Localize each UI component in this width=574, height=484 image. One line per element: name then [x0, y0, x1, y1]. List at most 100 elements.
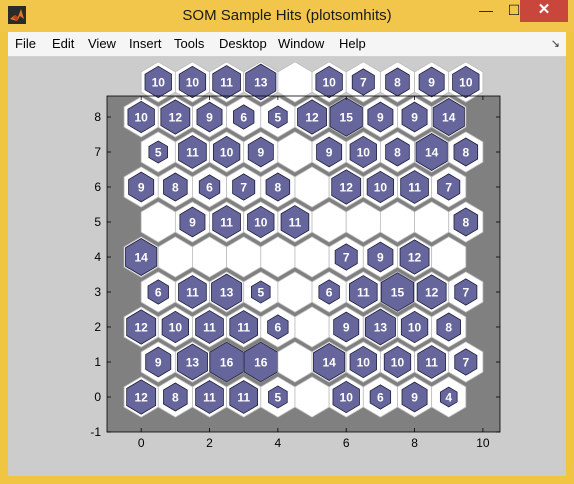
hit-count-label: 10: [169, 321, 183, 335]
hit-count-label: 9: [155, 356, 162, 370]
hit-count-label: 14: [425, 146, 439, 160]
hit-count-label: 4: [445, 391, 452, 405]
minimize-button[interactable]: —: [472, 0, 500, 22]
hit-count-label: 7: [462, 356, 469, 370]
hit-count-label: 16: [220, 356, 234, 370]
hit-count-label: 12: [425, 286, 439, 300]
hit-count-label: 11: [186, 286, 199, 300]
hit-count-label: 13: [374, 321, 388, 335]
hit-count-label: 8: [445, 321, 452, 335]
hit-count-label: 6: [240, 111, 247, 125]
hit-count-label: 11: [425, 356, 438, 370]
matlab-figure-window: SOM Sample Hits (plotsomhits) — ☐ ✕ File…: [0, 0, 574, 484]
hit-count-label: 9: [428, 76, 435, 90]
hit-count-label: 6: [377, 391, 384, 405]
hit-count-label: 10: [134, 111, 148, 125]
x-tick-label: 2: [206, 436, 213, 450]
hit-count-label: 9: [377, 111, 384, 125]
hit-count-label: 8: [462, 146, 469, 160]
hit-count-label: 5: [257, 286, 264, 300]
hit-count-label: 5: [275, 111, 282, 125]
hit-count-label: 12: [134, 321, 148, 335]
x-tick-label: 0: [138, 436, 145, 450]
close-button[interactable]: ✕: [520, 0, 568, 22]
hit-count-label: 9: [138, 181, 145, 195]
y-tick-label: 6: [94, 180, 101, 194]
menu-view[interactable]: View: [88, 32, 116, 56]
hit-count-label: 9: [411, 391, 418, 405]
hit-count-label: 9: [257, 146, 264, 160]
y-tick-label: 7: [94, 145, 101, 159]
menu-tools[interactable]: Tools: [174, 32, 204, 56]
hit-count-label: 14: [442, 111, 456, 125]
hit-count-label: 9: [326, 146, 333, 160]
hit-count-label: 6: [326, 286, 333, 300]
hit-count-label: 15: [340, 111, 354, 125]
y-tick-label: 0: [94, 390, 101, 404]
x-tick-label: 4: [275, 436, 282, 450]
hit-count-label: 9: [377, 251, 384, 265]
menu-insert[interactable]: Insert: [129, 32, 162, 56]
hit-count-label: 10: [408, 321, 422, 335]
hit-count-label: 14: [322, 356, 336, 370]
hit-count-label: 6: [155, 286, 162, 300]
hit-count-label: 15: [391, 286, 405, 300]
hits-chart: Hits128111151069491316161410101171210111…: [90, 61, 501, 450]
x-tick-label: 8: [411, 436, 418, 450]
hit-count-label: 13: [186, 356, 200, 370]
hit-count-label: 5: [155, 146, 162, 160]
hit-count-label: 9: [343, 321, 350, 335]
title-bar[interactable]: SOM Sample Hits (plotsomhits) — ☐ ✕: [0, 0, 574, 32]
menu-help[interactable]: Help: [339, 32, 366, 56]
hit-count-label: 10: [357, 356, 371, 370]
y-tick-label: 1: [94, 355, 101, 369]
menu-desktop[interactable]: Desktop: [219, 32, 267, 56]
hit-count-label: 8: [394, 76, 401, 90]
hit-count-label: 10: [391, 356, 405, 370]
y-tick-label: 4: [94, 250, 101, 264]
y-tick-label: -1: [90, 425, 101, 439]
hit-count-label: 7: [343, 251, 350, 265]
hit-count-label: 12: [340, 181, 354, 195]
hit-count-label: 11: [203, 391, 216, 405]
menu-edit[interactable]: Edit: [52, 32, 74, 56]
dock-arrow-icon[interactable]: ↘: [551, 37, 560, 50]
hit-count-label: 7: [445, 181, 452, 195]
hit-count-label: 10: [459, 76, 473, 90]
hit-count-label: 11: [203, 321, 216, 335]
hit-count-label: 8: [172, 391, 179, 405]
hit-count-label: 9: [189, 216, 196, 230]
hit-count-label: 7: [462, 286, 469, 300]
hit-count-label: 14: [134, 251, 148, 265]
hit-count-label: 11: [408, 181, 421, 195]
hit-count-label: 10: [357, 146, 371, 160]
hit-count-label: 11: [289, 216, 302, 230]
hit-count-label: 13: [254, 76, 268, 90]
hit-count-label: 6: [206, 181, 213, 195]
hit-count-label: 11: [220, 216, 233, 230]
hit-count-label: 11: [220, 76, 233, 90]
hit-count-label: 13: [220, 286, 234, 300]
hit-count-label: 11: [357, 286, 370, 300]
hit-count-label: 8: [394, 146, 401, 160]
hit-count-label: 10: [254, 216, 268, 230]
menu-bar: File Edit View Insert Tools Desktop Wind…: [8, 32, 566, 57]
hit-count-label: 10: [374, 181, 388, 195]
y-tick-label: 5: [94, 215, 101, 229]
hit-count-label: 12: [408, 251, 422, 265]
hit-count-label: 8: [275, 181, 282, 195]
hit-count-label: 11: [237, 321, 250, 335]
hit-count-label: 11: [237, 391, 250, 405]
figure-area: Hits128111151069491316161410101171210111…: [8, 57, 566, 476]
hit-count-label: 11: [186, 146, 199, 160]
hit-count-label: 7: [240, 181, 247, 195]
hit-count-label: 9: [206, 111, 213, 125]
x-tick-label: 6: [343, 436, 350, 450]
hit-count-label: 7: [360, 76, 367, 90]
hit-count-label: 12: [169, 111, 183, 125]
menu-file[interactable]: File: [15, 32, 36, 56]
y-tick-label: 8: [94, 110, 101, 124]
y-tick-label: 2: [94, 320, 101, 334]
menu-window[interactable]: Window: [278, 32, 324, 56]
hit-count-label: 12: [305, 111, 319, 125]
